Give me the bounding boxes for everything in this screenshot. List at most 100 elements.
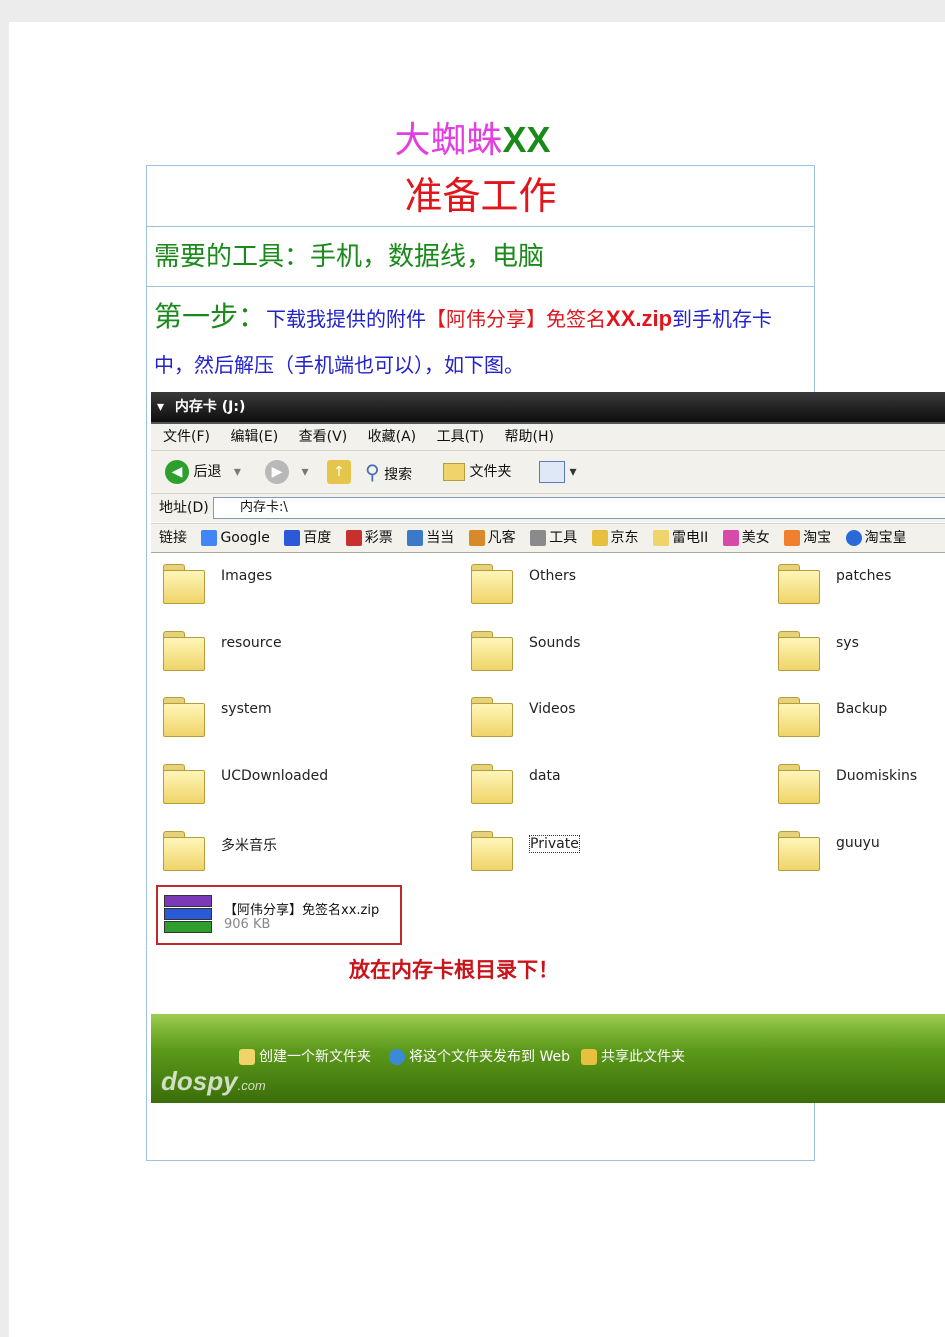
- folder-icon: [653, 530, 669, 546]
- link-taobao[interactable]: 淘宝: [784, 524, 831, 552]
- menu-edit[interactable]: 编辑(E): [230, 424, 278, 450]
- folder-icon: [778, 629, 820, 671]
- link-taobao-huang[interactable]: 淘宝皇: [845, 524, 907, 552]
- baidu-icon: [284, 530, 301, 546]
- folder-icon: [443, 463, 465, 481]
- search-button[interactable]: ⚲ 搜索: [365, 459, 412, 485]
- step-text-1: 下载我提供的附件: [266, 307, 427, 331]
- menu-bar: 文件(F) 编辑(E) 查看(V) 收藏(A) 工具(T) 帮助(H): [151, 424, 945, 450]
- links-label: 链接: [159, 530, 187, 546]
- back-dropdown-icon: ▾: [233, 464, 241, 480]
- folder-name: 多米音乐: [221, 838, 277, 854]
- back-label: 后退: [193, 464, 222, 480]
- folder-item[interactable]: 多米音乐: [151, 819, 451, 879]
- folder-name: UCDownloaded: [221, 768, 329, 784]
- folders-button[interactable]: 文件夹: [443, 459, 511, 485]
- link-tools[interactable]: 工具: [530, 524, 577, 552]
- folder-item[interactable]: Sounds: [459, 619, 759, 679]
- task-bar: 创建一个新文件夹 将这个文件夹发布到 Web 共享此文件夹 dospy.com: [151, 1014, 945, 1103]
- globe-icon: [389, 1049, 405, 1065]
- tools-icon: [530, 530, 547, 546]
- task-label: 创建一个新文件夹: [259, 1049, 371, 1065]
- step-attachment: 【阿伟分享】免签名: [426, 307, 607, 331]
- folder-icon: [163, 562, 205, 604]
- menu-view[interactable]: 查看(V): [299, 424, 348, 450]
- folder-icon: [163, 829, 205, 871]
- link-baidu[interactable]: 百度: [284, 524, 331, 552]
- folder-item[interactable]: Others: [459, 552, 759, 612]
- folder-name: data: [529, 768, 561, 784]
- link-text: 美女: [741, 530, 770, 546]
- taobao-huang-icon: [845, 530, 862, 546]
- link-text: 淘宝: [803, 530, 832, 546]
- watermark-text: dospy: [161, 1066, 238, 1096]
- title-xx: XX: [502, 119, 551, 160]
- meinv-icon: [722, 530, 739, 546]
- taobao-icon: [784, 530, 801, 546]
- search-icon: ⚲: [365, 460, 380, 484]
- menu-favorites[interactable]: 收藏(A): [368, 424, 417, 450]
- new-folder-task[interactable]: 创建一个新文件夹: [239, 1046, 371, 1066]
- link-leidian[interactable]: 雷电II: [653, 524, 708, 552]
- folder-name: sys: [836, 635, 859, 651]
- folder-icon: [163, 762, 205, 804]
- task-label: 共享此文件夹: [601, 1049, 685, 1065]
- table-divider: [147, 286, 814, 287]
- folder-icon: [471, 629, 513, 671]
- folder-icon: [471, 695, 513, 737]
- folder-item[interactable]: Backup: [766, 685, 945, 745]
- menu-help[interactable]: 帮助(H): [505, 424, 554, 450]
- folder-name: system: [221, 701, 272, 717]
- window-titlebar: ▾ 内存卡 (J:): [151, 392, 945, 424]
- window-icon: ▾: [157, 399, 165, 415]
- up-folder-button[interactable]: ↑: [327, 459, 351, 485]
- folders-label: 文件夹: [469, 464, 512, 480]
- task-label: 将这个文件夹发布到 Web: [409, 1049, 570, 1065]
- link-meinv[interactable]: 美女: [722, 524, 770, 552]
- back-arrow-icon: ◀: [165, 460, 189, 484]
- up-folder-icon: ↑: [327, 460, 351, 484]
- back-button[interactable]: ◀ 后退 ▾: [165, 459, 241, 485]
- menu-tools[interactable]: 工具(T): [437, 424, 484, 450]
- tools-line: 需要的工具：手机，数据线，电脑: [154, 242, 545, 272]
- document-title: 大蜘蛛XX: [0, 118, 945, 163]
- publish-web-task[interactable]: 将这个文件夹发布到 Web: [389, 1046, 570, 1066]
- folder-item[interactable]: data: [459, 752, 759, 812]
- link-vancl[interactable]: 凡客: [468, 524, 516, 552]
- link-text: 凡客: [487, 530, 516, 546]
- views-button[interactable]: ▾: [539, 459, 576, 485]
- folder-icon: [778, 762, 820, 804]
- folder-icon: [471, 829, 513, 871]
- folder-item[interactable]: guuyu: [766, 819, 945, 879]
- folder-item[interactable]: Private: [459, 819, 759, 879]
- address-input[interactable]: 内存卡:\: [213, 497, 945, 519]
- zip-file-item[interactable]: 【阿伟分享】免签名xx.zip 906 KB: [156, 885, 402, 945]
- folder-item[interactable]: Videos: [459, 685, 759, 745]
- link-text: 京东: [610, 530, 639, 546]
- folder-item[interactable]: sys: [766, 619, 945, 679]
- step-one: 第一步：下载我提供的附件【阿伟分享】免签名XX.zip到手机存卡中，然后解压（手…: [154, 294, 810, 388]
- link-text: 工具: [549, 530, 578, 546]
- forward-arrow-icon: ▶: [265, 460, 289, 484]
- folder-item[interactable]: Duomiskins: [766, 752, 945, 812]
- folder-item[interactable]: UCDownloaded: [151, 752, 451, 812]
- folder-item[interactable]: resource: [151, 619, 451, 679]
- forward-button[interactable]: ▶ ▾: [265, 459, 308, 485]
- menu-file[interactable]: 文件(F): [163, 424, 210, 450]
- vancl-icon: [468, 530, 485, 546]
- folder-item[interactable]: system: [151, 685, 451, 745]
- folder-name: Duomiskins: [836, 768, 918, 784]
- folder-name: resource: [221, 635, 282, 651]
- link-jd[interactable]: 京东: [591, 524, 639, 552]
- folder-name: Videos: [529, 701, 576, 717]
- link-google[interactable]: Google: [201, 524, 270, 552]
- link-text: 雷电II: [672, 530, 709, 546]
- search-label: 搜索: [384, 467, 413, 483]
- link-dangdang[interactable]: 当当: [407, 524, 454, 552]
- link-lottery[interactable]: 彩票: [345, 524, 393, 552]
- views-dropdown-icon: ▾: [569, 464, 577, 480]
- share-folder-task[interactable]: 共享此文件夹: [581, 1046, 685, 1066]
- folder-item[interactable]: patches: [766, 552, 945, 612]
- folder-item[interactable]: Images: [151, 552, 451, 612]
- folder-name: patches: [836, 568, 892, 584]
